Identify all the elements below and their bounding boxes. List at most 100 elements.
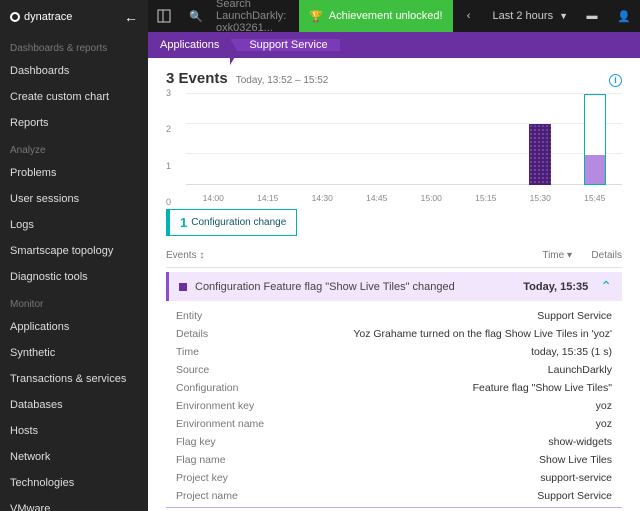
trophy-icon: 🏆 [309, 10, 323, 23]
events-header: 3 Events Today, 13:52 – 15:52 i [166, 70, 622, 87]
detail-value: LaunchDarkly [316, 364, 612, 376]
detail-row: EntitySupport Service [176, 307, 612, 325]
sidebar-item[interactable]: Databases [0, 392, 148, 418]
detail-row: Flag nameShow Live Tiles [176, 451, 612, 469]
x-tick: 15:30 [513, 193, 568, 203]
sidebar-item[interactable]: VMware [0, 496, 148, 511]
detail-key: Entity [176, 310, 316, 322]
sidebar-item[interactable]: Hosts [0, 418, 148, 444]
detail-row: ConfigurationFeature flag "Show Live Til… [176, 379, 612, 397]
x-tick: 14:30 [295, 193, 350, 203]
sidebar-item[interactable]: Diagnostic tools [0, 264, 148, 290]
sidebar: dynatrace ← Dashboards & reportsDashboar… [0, 0, 148, 511]
sidebar-item[interactable]: Transactions & services [0, 366, 148, 392]
sidebar-item[interactable]: User sessions [0, 186, 148, 212]
detail-value: Support Service [316, 310, 612, 322]
sidebar-item[interactable]: Logs [0, 212, 148, 238]
detail-key: Time [176, 346, 316, 358]
detail-key: Environment key [176, 400, 316, 412]
chart-legend[interactable]: 1 Configuration change [166, 209, 297, 236]
detail-value: today, 15:35 (1 s) [316, 346, 612, 358]
sidebar-item[interactable]: Smartscape topology [0, 238, 148, 264]
legend-label: Configuration change [191, 217, 286, 228]
chart-bar-1530[interactable] [529, 124, 551, 185]
sidebar-item[interactable]: Reports [0, 110, 148, 136]
detail-value: Yoz Grahame turned on the flag Show Live… [316, 328, 612, 340]
x-tick: 14:45 [350, 193, 405, 203]
detail-value: Support Service [316, 490, 612, 502]
detail-value: yoz [316, 418, 612, 430]
sidebar-group-title: Monitor [0, 290, 148, 314]
detail-value: support-service [316, 472, 612, 484]
detail-key: Flag name [176, 454, 316, 466]
detail-value: Show Live Tiles [316, 454, 612, 466]
x-tick: 14:15 [241, 193, 296, 203]
chat-icon[interactable]: ▬ [576, 0, 608, 32]
event-row[interactable]: Configuration Feature flag "Show Live Ti… [166, 272, 622, 301]
events-table-header: Events ↕ Time ▾ Details [166, 244, 622, 268]
chart-x-axis: 14:0014:1514:3014:4515:0015:1515:3015:45 [186, 193, 622, 203]
detail-key: Project name [176, 490, 316, 502]
x-tick: 15:45 [568, 193, 623, 203]
main: 🔍 Search LaunchDarkly: oxk03261... 🏆 Achi… [148, 0, 640, 511]
chart-bars [186, 93, 622, 185]
user-icon[interactable]: 👤 [608, 0, 640, 32]
col-events[interactable]: Events ↕ [166, 250, 512, 261]
detail-row: Timetoday, 15:35 (1 s) [176, 343, 612, 361]
search-input[interactable]: Search LaunchDarkly: oxk03261... [212, 0, 299, 34]
detail-row: SourceLaunchDarkly [176, 361, 612, 379]
sidebar-group-title: Dashboards & reports [0, 34, 148, 58]
crumb-support-service[interactable]: Support Service [231, 39, 339, 51]
detail-key: Source [176, 364, 316, 376]
col-time[interactable]: Time ▾ [512, 250, 572, 261]
event-title: Configuration Feature flag "Show Live Ti… [195, 281, 523, 293]
detail-row: Project keysupport-service [176, 469, 612, 487]
detail-key: Configuration [176, 382, 316, 394]
topbar: 🔍 Search LaunchDarkly: oxk03261... 🏆 Achi… [148, 0, 640, 32]
events-range: Today, 13:52 – 15:52 [236, 75, 329, 86]
x-tick: 15:00 [404, 193, 459, 203]
sidebar-item[interactable]: Network [0, 444, 148, 470]
achievement-banner[interactable]: 🏆 Achievement unlocked! [299, 0, 452, 32]
breadcrumb: Applications Support Service [148, 32, 640, 58]
sidebar-item[interactable]: Create custom chart [0, 84, 148, 110]
sidebar-item[interactable]: Applications [0, 314, 148, 340]
sidebar-item[interactable]: Dashboards [0, 58, 148, 84]
detail-key: Details [176, 328, 316, 340]
col-details[interactable]: Details [572, 250, 622, 261]
sidebar-item[interactable]: Synthetic [0, 340, 148, 366]
detail-key: Project key [176, 472, 316, 484]
sidebar-header: dynatrace ← [0, 0, 148, 34]
menu-icon[interactable] [148, 0, 180, 32]
achievement-text: Achievement unlocked! [329, 10, 443, 22]
chevron-up-icon[interactable]: ⌃ [600, 278, 612, 295]
brand-logo-icon [10, 12, 20, 22]
detail-key: Environment name [176, 418, 316, 430]
events-title: 3 Events [166, 70, 228, 87]
detail-row: Environment keyyoz [176, 397, 612, 415]
chart-bar-1545[interactable] [584, 94, 606, 185]
legend-count: 1 [180, 215, 187, 230]
chevron-down-icon: ▼ [559, 11, 568, 21]
timerange-label: Last 2 hours [493, 10, 554, 22]
brand-name: dynatrace [24, 11, 72, 23]
info-icon[interactable]: i [609, 74, 622, 87]
detail-value: Feature flag "Show Live Tiles" [316, 382, 612, 394]
events-chart: 3210 14:0014:1514:3014:4515:0015:1515:30… [166, 93, 622, 203]
search-icon[interactable]: 🔍 [180, 0, 212, 32]
detail-value: show-widgets [316, 436, 612, 448]
timerange-picker[interactable]: Last 2 hours ▼ [485, 10, 576, 22]
sidebar-item[interactable]: Technologies [0, 470, 148, 496]
x-tick: 14:00 [186, 193, 241, 203]
detail-row: Environment nameyoz [176, 415, 612, 433]
content: 3 Events Today, 13:52 – 15:52 i 3210 14:… [148, 58, 640, 511]
detail-key: Flag key [176, 436, 316, 448]
prev-timerange-icon[interactable]: ‹ [453, 0, 485, 32]
brand-logo: dynatrace [10, 11, 72, 23]
detail-row: DetailsYoz Grahame turned on the flag Sh… [176, 325, 612, 343]
event-details: EntitySupport ServiceDetailsYoz Grahame … [166, 301, 622, 508]
sidebar-item[interactable]: Problems [0, 160, 148, 186]
crumb-applications[interactable]: Applications [148, 39, 231, 51]
collapse-sidebar-icon[interactable]: ← [124, 9, 138, 25]
sidebar-group-title: Analyze [0, 136, 148, 160]
